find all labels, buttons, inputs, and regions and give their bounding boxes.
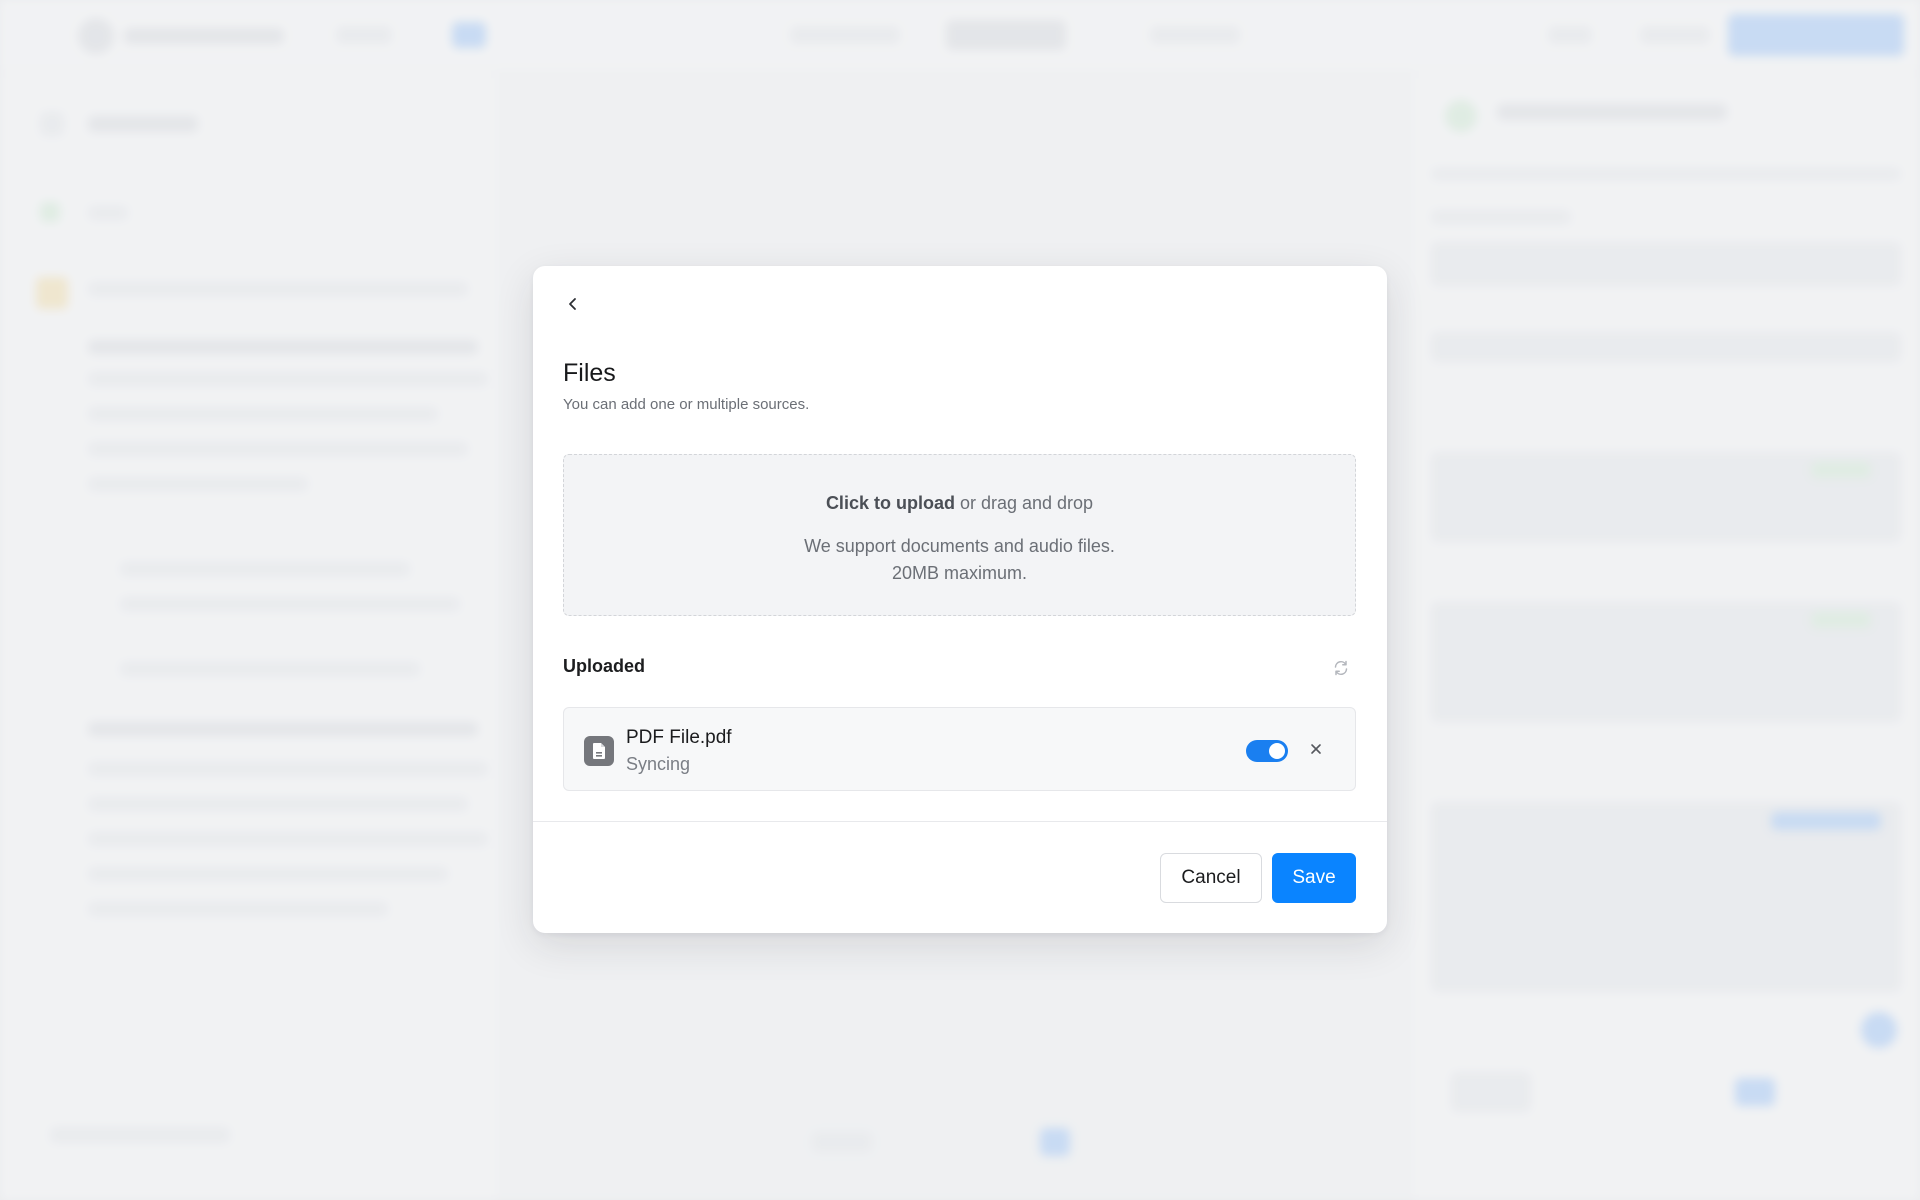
dropzone-instruction: Click to upload or drag and drop <box>564 493 1355 514</box>
dropzone-limit-text: 20MB maximum. <box>891 563 1028 583</box>
click-to-upload-link[interactable]: Click to upload <box>826 493 955 513</box>
dropzone-help: We support documents and audio files. 20… <box>564 533 1355 587</box>
file-list-item: PDF File.pdf Syncing <box>563 707 1356 791</box>
dropzone-suffix: or drag and drop <box>954 493 1094 513</box>
file-dropzone[interactable]: Click to upload or drag and drop We supp… <box>563 454 1356 616</box>
chevron-left-icon <box>566 297 580 316</box>
file-enabled-toggle[interactable] <box>1246 740 1288 762</box>
dialog-subtitle: You can add one or multiple sources. <box>563 396 810 413</box>
save-button[interactable]: Save <box>1272 853 1356 903</box>
refresh-button[interactable] <box>1330 659 1352 681</box>
document-icon <box>584 736 614 766</box>
dropzone-support-text: We support documents and audio files. <box>804 536 1115 556</box>
uploaded-heading: Uploaded <box>563 656 646 676</box>
dialog-title: Files <box>563 359 616 387</box>
file-status: Syncing <box>626 754 691 774</box>
refresh-icon <box>1332 659 1350 682</box>
remove-file-button[interactable] <box>1306 741 1326 761</box>
files-dialog: Files You can add one or multiple source… <box>533 266 1387 933</box>
toggle-knob <box>1269 743 1285 759</box>
back-button[interactable] <box>563 296 583 316</box>
file-name: PDF File.pdf <box>626 727 732 748</box>
close-icon <box>1310 742 1322 760</box>
cancel-button[interactable]: Cancel <box>1160 853 1262 903</box>
footer-divider <box>533 821 1387 822</box>
